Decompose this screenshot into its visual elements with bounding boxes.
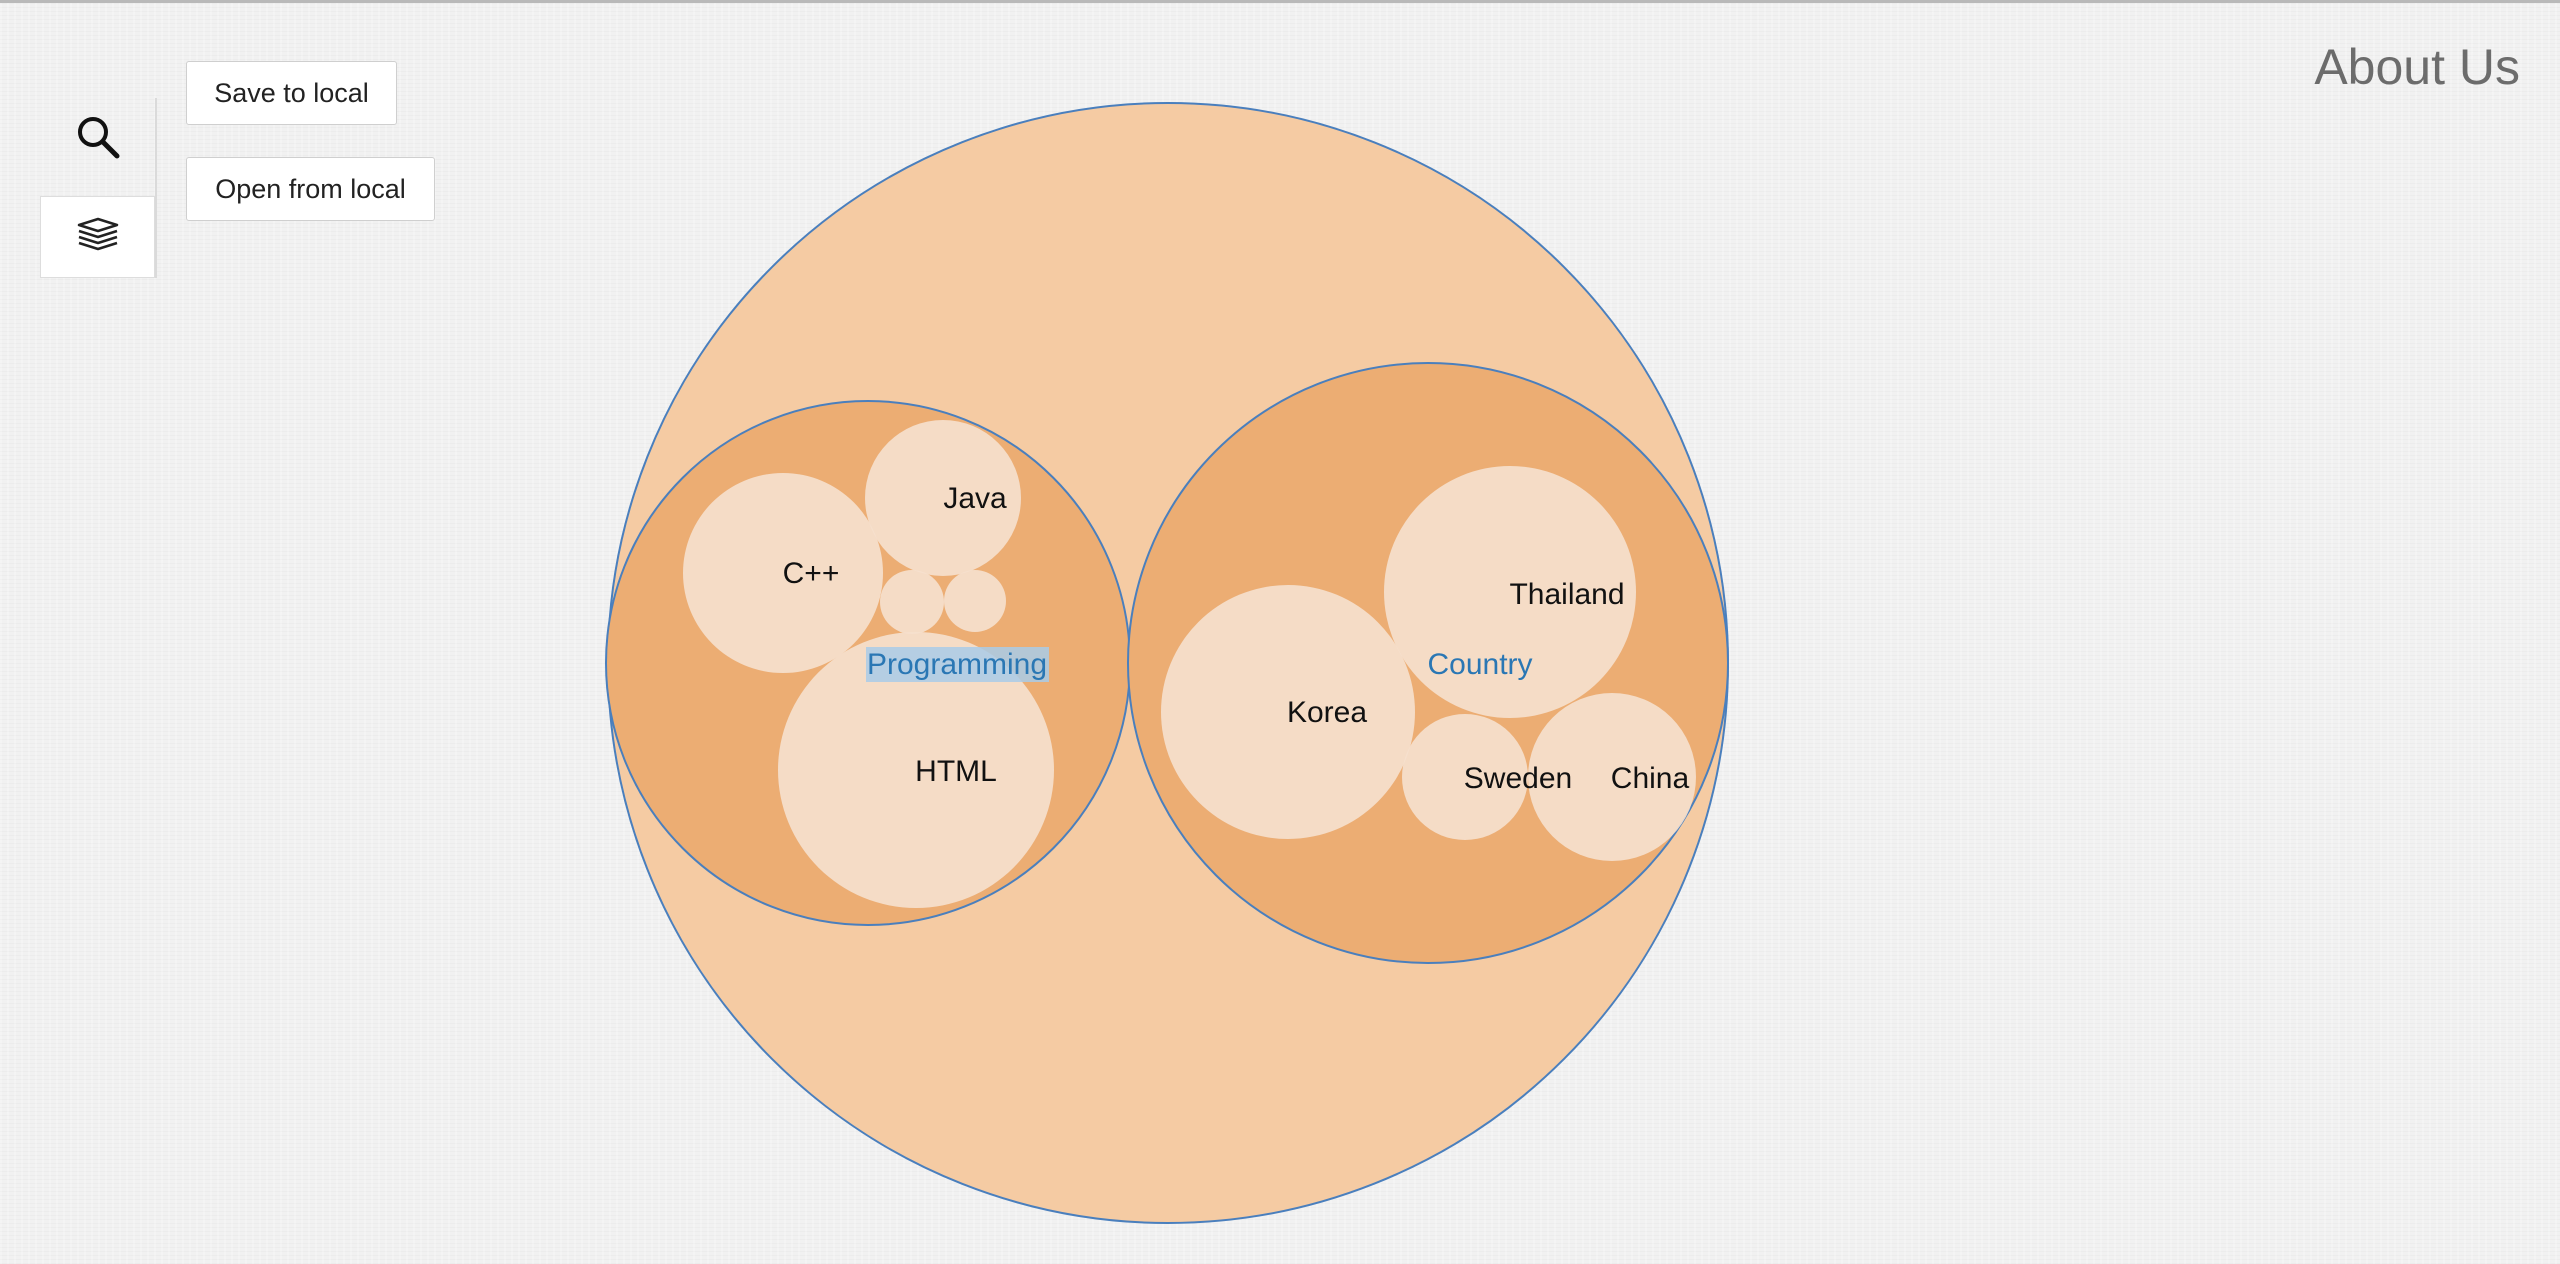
leaf-label-cpp: C++: [783, 557, 840, 590]
leaf-label-china: China: [1611, 762, 1690, 795]
group-label-country: Country: [1427, 648, 1532, 681]
leaf-label-sweden: Sweden: [1464, 762, 1572, 795]
leaf-circle-small-1[interactable]: [880, 570, 944, 634]
leaf-label-html: HTML: [915, 755, 997, 788]
leaf-circle-small-2[interactable]: [944, 570, 1006, 632]
circle-packing-chart: C++ Java HTML Programming Thailand Korea…: [605, 102, 1729, 1224]
leaf-label-thailand: Thailand: [1509, 578, 1624, 611]
leaf-label-korea: Korea: [1287, 696, 1367, 729]
leaf-label-java: Java: [943, 482, 1007, 515]
group-label-programming: Programming: [867, 648, 1047, 681]
